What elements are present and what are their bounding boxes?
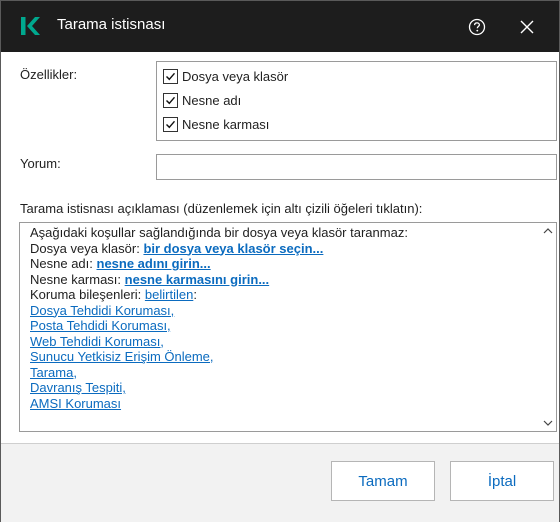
description-box: Aşağıdaki koşullar sağlandığında bir dos… <box>19 222 557 432</box>
components-suffix: : <box>193 287 197 302</box>
properties-list: Dosya veya klasör Nesne adı Nesne karmas… <box>156 61 557 141</box>
description-scrollbar[interactable] <box>539 223 556 431</box>
checkbox-file-or-folder[interactable] <box>163 69 178 84</box>
component-link[interactable]: Posta Tehdidi Koruması, <box>30 318 171 333</box>
exclusion-dialog: Tarama istisnası Özellikler: Dosya veya … <box>0 0 560 522</box>
checkbox-object-name[interactable] <box>163 93 178 108</box>
option-label: Dosya veya klasör <box>182 69 289 84</box>
checkbox-object-hash[interactable] <box>163 117 178 132</box>
enter-hash-link[interactable]: nesne karmasını girin... <box>125 272 270 287</box>
checkmark-icon <box>166 96 176 105</box>
file-condition: Dosya veya klasör: bir dosya veya klasör… <box>30 241 408 257</box>
enter-name-link[interactable]: nesne adını girin... <box>97 256 211 271</box>
checkmark-icon <box>166 120 176 129</box>
description-content: Aşağıdaki koşullar sağlandığında bir dos… <box>30 225 408 411</box>
help-circle-icon <box>468 18 486 36</box>
comment-input[interactable] <box>156 154 557 180</box>
description-intro: Aşağıdaki koşullar sağlandığında bir dos… <box>30 225 408 240</box>
component-link[interactable]: Web Tehdidi Koruması, <box>30 334 164 349</box>
option-label: Nesne adı <box>182 93 242 108</box>
checkmark-icon <box>166 72 176 81</box>
kaspersky-logo-icon <box>21 17 40 35</box>
components-condition: Koruma bileşenleri: belirtilen: <box>30 287 408 303</box>
help-button[interactable] <box>463 13 491 41</box>
name-condition-label: Nesne adı: <box>30 256 97 271</box>
dialog-footer: Tamam İptal <box>1 443 559 522</box>
select-file-link[interactable]: bir dosya veya klasör seçin... <box>143 241 323 256</box>
ok-button[interactable]: Tamam <box>331 461 435 501</box>
description-label: Tarama istisnası açıklaması (düzenlemek … <box>20 201 423 216</box>
hash-condition-label: Nesne karması: <box>30 271 125 287</box>
cancel-button[interactable]: İptal <box>450 461 554 501</box>
file-condition-label: Dosya veya klasör: <box>30 240 144 256</box>
component-link[interactable]: Sunucu Yetkisiz Erişim Önleme, <box>30 349 214 364</box>
close-icon <box>520 20 534 34</box>
option-object-name[interactable]: Nesne adı <box>163 93 241 108</box>
title-bar: Tarama istisnası <box>1 1 559 52</box>
close-button[interactable] <box>513 13 541 41</box>
component-link[interactable]: Tarama, <box>30 365 77 380</box>
properties-label: Özellikler: <box>20 67 78 82</box>
option-label: Nesne karması <box>182 117 270 132</box>
components-condition-label: Koruma bileşenleri: <box>30 287 145 302</box>
component-link[interactable]: Davranış Tespiti, <box>30 380 126 395</box>
name-condition: Nesne adı: nesne adını girin... <box>30 256 408 272</box>
scroll-down-arrow-icon[interactable] <box>543 419 553 427</box>
option-object-hash[interactable]: Nesne karması <box>163 117 269 132</box>
scroll-up-arrow-icon[interactable] <box>543 227 553 235</box>
option-file-or-folder[interactable]: Dosya veya klasör <box>163 69 288 84</box>
comment-label: Yorum: <box>20 156 61 171</box>
specified-components-link[interactable]: belirtilen <box>145 287 193 302</box>
window-title: Tarama istisnası <box>57 16 166 33</box>
component-link[interactable]: Dosya Tehdidi Koruması, <box>30 303 174 318</box>
hash-condition: Nesne karması: nesne karmasını girin... <box>30 272 408 288</box>
component-link[interactable]: AMSI Koruması <box>30 396 121 411</box>
